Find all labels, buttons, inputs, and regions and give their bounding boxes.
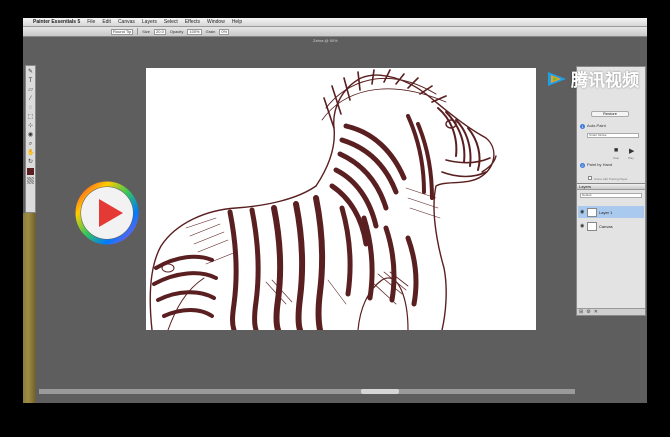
grain-field[interactable]: 0% xyxy=(219,28,230,35)
main-color-swatch[interactable] xyxy=(27,168,34,175)
size-label: Size xyxy=(142,29,151,34)
menu-help[interactable]: Help xyxy=(232,19,242,25)
grain-label: Grain xyxy=(205,29,216,34)
step-1-icon: 1 xyxy=(580,124,585,129)
layer-name: Canvas xyxy=(599,223,613,229)
new-layer-icon[interactable]: ⊞ xyxy=(579,309,583,315)
layer-row-canvas[interactable]: ◉ Canvas xyxy=(578,220,644,232)
app-screen: Painter Essentials 5 File Edit Canvas La… xyxy=(23,18,647,403)
layer-name: Layer 1 xyxy=(599,209,613,215)
step-2-icon: 2 xyxy=(580,163,585,168)
separator xyxy=(137,28,139,35)
document-title: Zebra @ 50% xyxy=(313,38,338,43)
menu-layers[interactable]: Layers xyxy=(142,19,157,25)
horizontal-scrollbar[interactable] xyxy=(39,389,575,394)
eraser-tool-icon[interactable]: ▱ xyxy=(27,87,34,94)
size-field[interactable]: 20.0 xyxy=(154,28,166,35)
clone-tracing-label: Clone with Tracing Paper xyxy=(594,177,628,181)
tencent-video-logo-icon xyxy=(548,71,566,86)
select-tool-icon[interactable]: ⬚ xyxy=(27,114,34,121)
watermark-text: 腾讯视频 xyxy=(571,71,639,91)
opacity-field[interactable]: 100% xyxy=(187,28,202,35)
eye-icon[interactable]: ◉ xyxy=(580,223,585,229)
layers-panel-title: Layers xyxy=(577,184,645,190)
stop-label: Stop xyxy=(613,156,620,160)
delete-layer-icon[interactable]: ✕ xyxy=(594,309,598,315)
desktop-background xyxy=(23,213,36,403)
lasso-tool-icon[interactable]: ◌ xyxy=(27,105,34,112)
drawing-canvas[interactable] xyxy=(146,68,536,330)
menu-bar: Painter Essentials 5 File Edit Canvas La… xyxy=(23,18,647,27)
toolbox: ✎ T ▱ ⁄ ◌ ⬚ ⊹ ◉ ⌕ ✋ ↻ xyxy=(25,65,36,213)
scrollbar-thumb[interactable] xyxy=(361,389,399,394)
brush-tool-icon[interactable]: ✎ xyxy=(27,69,34,76)
rotate-tool-icon[interactable]: ↻ xyxy=(27,159,34,166)
paint-by-hand-title: Paint by Hand xyxy=(587,162,613,167)
paper-texture-swatch[interactable] xyxy=(27,177,34,184)
transform-tool-icon[interactable]: ⊹ xyxy=(27,123,34,130)
video-watermark: 腾讯视频 xyxy=(546,66,639,91)
zebra-sketch xyxy=(149,69,497,330)
layers-footer: ⊞ ⚙ ✕ xyxy=(577,308,645,315)
opacity-label: Opacity xyxy=(169,29,184,34)
menu-effects[interactable]: Effects xyxy=(185,19,200,25)
video-play-icon[interactable] xyxy=(75,181,139,245)
auto-paint-title: Auto-Paint xyxy=(587,123,606,128)
menu-file[interactable]: File xyxy=(87,19,95,25)
menu-select[interactable]: Select xyxy=(164,19,178,25)
eye-icon[interactable]: ◉ xyxy=(580,209,585,215)
menu-app-name[interactable]: Painter Essentials 5 xyxy=(33,19,80,25)
layer-thumbnail xyxy=(587,207,597,217)
restore-button[interactable]: Restore xyxy=(591,111,629,117)
hand-tool-icon[interactable]: ✋ xyxy=(27,150,34,157)
layer-row-layer-1[interactable]: ◉ Layer 1 xyxy=(578,206,644,218)
auto-paint-field[interactable]: Smart Stroke xyxy=(587,133,639,138)
clone-tracing-checkbox[interactable] xyxy=(588,176,592,180)
brush-variant-field[interactable]: Round Tip xyxy=(111,28,134,35)
dropper-tool-icon[interactable]: ⁄ xyxy=(27,96,34,103)
menu-canvas[interactable]: Canvas xyxy=(118,19,135,25)
composite-method-select[interactable]: Default xyxy=(580,193,642,198)
play-icon[interactable]: ▶ xyxy=(629,147,634,155)
text-tool-icon[interactable]: T xyxy=(27,78,34,85)
magnifier-tool-icon[interactable]: ⌕ xyxy=(27,141,34,148)
layers-panel: Layers Default ◉ Layer 1 ◉ Canvas ⊞ ⚙ ✕ xyxy=(576,183,646,316)
property-bar: Round Tip Size 20.0 Opacity 100% Grain 0… xyxy=(23,27,647,37)
menu-window[interactable]: Window xyxy=(207,19,225,25)
play-label: Play xyxy=(628,156,634,160)
menu-edit[interactable]: Edit xyxy=(102,19,111,25)
layer-thumbnail xyxy=(587,221,597,231)
stop-icon[interactable]: ■ xyxy=(614,147,618,154)
layer-options-icon[interactable]: ⚙ xyxy=(586,309,590,315)
fill-tool-icon[interactable]: ◉ xyxy=(27,132,34,139)
